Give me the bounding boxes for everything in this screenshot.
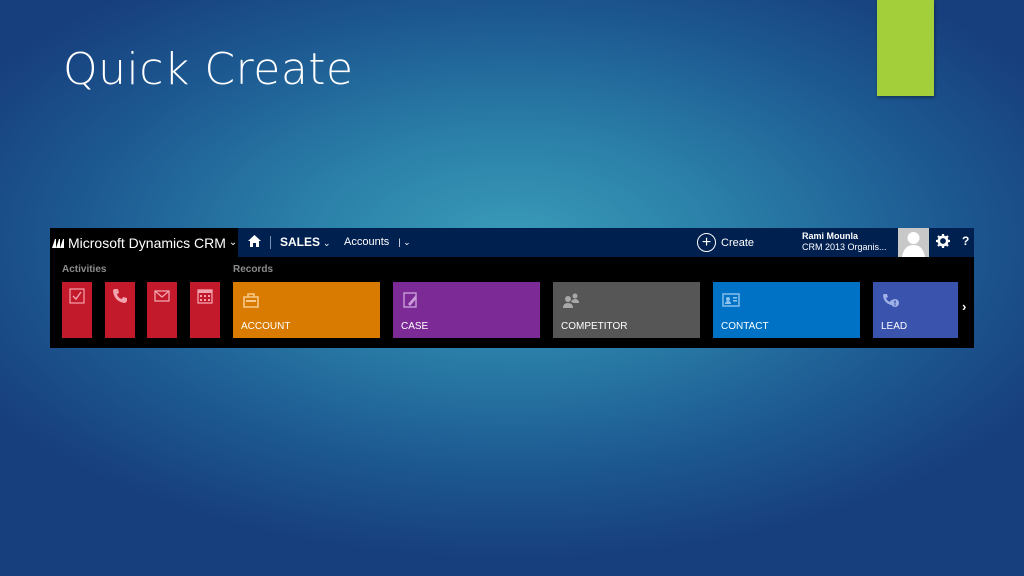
- dynamics-logo-icon: [52, 238, 64, 248]
- phone-call-tile[interactable]: [105, 282, 135, 338]
- competitor-tile[interactable]: COMPETITOR: [553, 282, 700, 338]
- activities-label: Activities: [62, 264, 107, 275]
- email-icon: [154, 290, 170, 302]
- phone-icon: [113, 289, 127, 303]
- create-label: Create: [721, 236, 755, 249]
- help-icon[interactable]: ?: [962, 234, 969, 248]
- case-tile[interactable]: CASE: [393, 282, 540, 338]
- appointment-tile[interactable]: [190, 282, 220, 338]
- avatar[interactable]: [898, 228, 929, 257]
- competitor-label: COMPETITOR: [561, 321, 628, 332]
- home-icon[interactable]: [248, 235, 261, 247]
- calendar-icon: [197, 289, 213, 304]
- brand-menu-button[interactable]: Microsoft Dynamics CRM ⌄: [50, 228, 238, 257]
- chevron-down-icon: | ⌄: [398, 237, 411, 247]
- crm-nav-bar: Microsoft Dynamics CRM ⌄ SALES ⌄ Accounts…: [50, 228, 974, 257]
- accent-bar: [877, 0, 934, 96]
- crm-screenshot: Microsoft Dynamics CRM ⌄ SALES ⌄ Accounts…: [50, 228, 974, 348]
- user-name: Rami Mounla: [802, 231, 859, 241]
- nav-entity-accounts[interactable]: Accounts | ⌄: [344, 236, 411, 248]
- account-label: ACCOUNT: [241, 321, 291, 332]
- task-icon: [69, 288, 85, 304]
- task-tile[interactable]: [62, 282, 92, 338]
- create-button[interactable]: + Create: [697, 232, 754, 253]
- account-tile[interactable]: ACCOUNT: [233, 282, 380, 338]
- next-arrow-icon[interactable]: ›: [962, 299, 966, 314]
- plus-circle-icon: +: [697, 233, 716, 252]
- contact-icon: [722, 293, 740, 307]
- lead-icon: [883, 294, 899, 307]
- contact-tile[interactable]: CONTACT: [713, 282, 860, 338]
- lead-label: LEAD: [881, 321, 908, 332]
- chevron-down-icon: ⌄: [228, 237, 238, 248]
- user-silhouette-icon: [902, 232, 925, 257]
- competitor-icon: [563, 293, 579, 308]
- brand-label: Microsoft Dynamics CRM: [68, 234, 226, 251]
- nav-area-label: SALES: [280, 235, 321, 249]
- nav-separator: [270, 236, 271, 249]
- user-org: CRM 2013 Organis...: [802, 242, 887, 252]
- user-info[interactable]: Rami Mounla CRM 2013 Organis...: [802, 231, 887, 253]
- slide-title: Quick Create: [63, 44, 354, 95]
- gear-icon[interactable]: [936, 234, 950, 248]
- records-label: Records: [233, 264, 274, 275]
- contact-label: CONTACT: [721, 321, 769, 332]
- nav-area-sales[interactable]: SALES ⌄: [280, 235, 331, 249]
- case-label: CASE: [401, 321, 429, 332]
- lead-tile[interactable]: LEAD: [873, 282, 958, 338]
- nav-entity-label: Accounts: [344, 236, 390, 248]
- account-icon: [243, 293, 259, 308]
- case-icon: [403, 292, 417, 308]
- email-tile[interactable]: [147, 282, 177, 338]
- chevron-down-icon: ⌄: [323, 238, 331, 248]
